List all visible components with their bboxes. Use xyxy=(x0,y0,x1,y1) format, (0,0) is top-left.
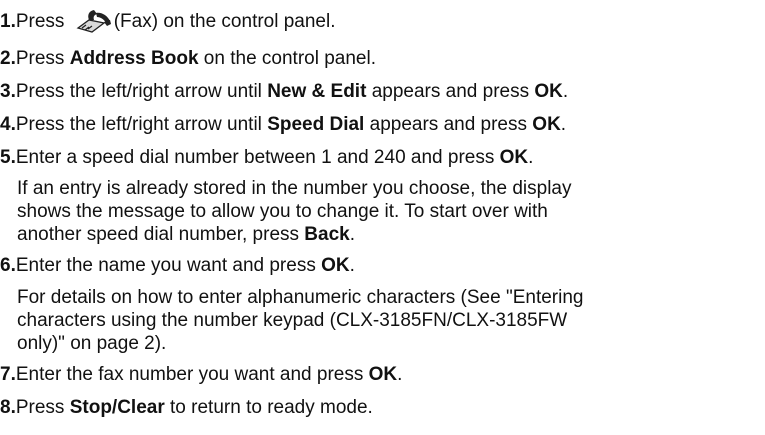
step-6-note-line-1: For details on how to enter alphanumeric… xyxy=(17,287,584,308)
step-number: 5. xyxy=(0,147,16,168)
step-text: Press xyxy=(15,11,70,32)
button-name: OK xyxy=(532,114,561,135)
step-5-note-line-2: shows the message to allow you to change… xyxy=(17,201,548,222)
step-text: Press xyxy=(15,48,70,69)
step-number: 8. xyxy=(0,397,16,418)
step-text: (Fax) on the control panel. xyxy=(113,11,336,32)
step-7: 7.Enter the fax number you want and pres… xyxy=(0,364,402,386)
step-1: 1.Press (Fax) on the control panel. xyxy=(0,7,336,35)
step-number: 7. xyxy=(0,364,16,385)
step-text: . xyxy=(528,147,534,168)
step-5-note-line-1: If an entry is already stored in the num… xyxy=(17,178,572,199)
step-number: 2. xyxy=(0,48,16,69)
step-text: Press the left/right arrow until xyxy=(15,81,268,102)
step-text: Enter a speed dial number between 1 and … xyxy=(15,147,500,168)
step-6-note-line-3: only)" on page 2). xyxy=(17,333,167,354)
button-name: OK xyxy=(368,364,398,385)
instruction-document: 1.Press (Fax) on the control panel. 2.Pr… xyxy=(0,0,765,435)
step-4: 4.Press the left/right arrow until Speed… xyxy=(0,114,566,136)
note-text: another speed dial number, press xyxy=(17,224,305,245)
button-name: OK xyxy=(499,147,529,168)
step-text: . xyxy=(349,255,355,276)
step-6: 6.Enter the name you want and press OK. xyxy=(0,255,355,277)
step-5: 5.Enter a speed dial number between 1 an… xyxy=(0,147,533,169)
step-number: 6. xyxy=(0,255,16,276)
step-text: . xyxy=(397,364,403,385)
step-text: appears and press xyxy=(366,81,535,102)
note-text: . xyxy=(349,224,355,245)
step-text: Press the left/right arrow until xyxy=(15,114,268,135)
step-text: Enter the fax number you want and press xyxy=(15,364,369,385)
step-text: Press xyxy=(15,397,70,418)
fax-icon xyxy=(74,7,114,35)
step-text: . xyxy=(560,114,567,135)
step-number: 1. xyxy=(0,11,16,32)
step-number: 3. xyxy=(0,81,16,102)
button-name: OK xyxy=(321,255,350,276)
button-name: OK xyxy=(534,81,563,102)
button-name: Back xyxy=(304,224,350,245)
step-number: 4. xyxy=(0,114,16,135)
step-8: 8.Press Stop/Clear to return to ready mo… xyxy=(0,397,373,419)
step-6-note-line-2: characters using the number keypad (CLX-… xyxy=(17,310,568,331)
step-text: to return to ready mode. xyxy=(164,397,373,418)
step-text: . xyxy=(562,81,569,102)
step-2: 2.Press Address Book on the control pane… xyxy=(0,48,376,70)
step-text: appears and press xyxy=(364,114,533,135)
button-name: Stop/Clear xyxy=(69,397,165,418)
step-text: on the control panel. xyxy=(198,48,376,69)
step-3: 3.Press the left/right arrow until New &… xyxy=(0,81,568,103)
menu-name: New & Edit xyxy=(267,81,367,102)
step-5-note-line-3: another speed dial number, press Back. xyxy=(17,223,355,246)
button-name: Address Book xyxy=(69,48,199,69)
menu-name: Speed Dial xyxy=(267,114,365,135)
step-text: Enter the name you want and press xyxy=(15,255,322,276)
